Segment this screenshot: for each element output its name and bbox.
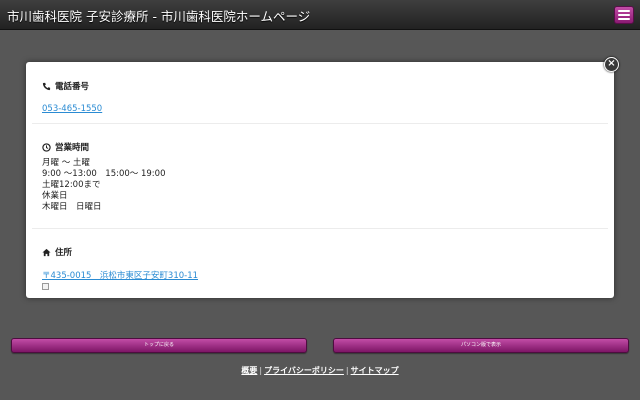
map-image-placeholder [42,283,49,290]
footer-separator: | [259,366,263,375]
hours-section: 営業時間 月曜 〜 土曜 9:00 〜13:00 15:00〜 19:00 土曜… [42,141,608,213]
hours-line: 土曜12:00まで [42,180,101,190]
hours-line: 9:00 〜13:00 15:00〜 19:00 [42,169,166,179]
footer-link-sitemap[interactable]: サイトマップ [351,366,399,375]
close-button[interactable]: × [604,57,619,72]
phone-heading-label: 電話番号 [55,82,90,92]
address-heading: 住所 [42,246,608,258]
footer: 概要 | プライバシーポリシー | サイトマップ [0,365,640,376]
address-link[interactable]: 〒435-0015 浜松市東区子安町310-11 [42,271,198,281]
divider [32,228,608,229]
footer-separator: | [345,366,349,375]
hours-line: 休業日 [42,191,68,201]
info-panel: 電話番号 053-465-1550 営業時間 月曜 〜 土曜 9:00 〜13:… [26,62,614,298]
divider [32,123,608,124]
hamburger-menu-icon-bar [618,18,630,20]
menu-button[interactable] [614,6,634,24]
home-icon [42,248,51,256]
phone-number-link[interactable]: 053-465-1550 [42,104,102,114]
back-to-top-button[interactable]: トップに戻る [11,338,307,353]
footer-link-privacy[interactable]: プライバシーポリシー [264,366,344,375]
header-bar: 市川歯科医院 子安診療所 - 市川歯科医院ホームページ [0,0,640,30]
phone-heading: 電話番号 [42,80,608,92]
hours-line: 月曜 〜 土曜 [42,158,90,168]
hours-heading: 営業時間 [42,141,608,153]
phone-section: 電話番号 053-465-1550 [42,80,608,115]
phone-icon [42,82,51,90]
hamburger-menu-icon [618,10,630,12]
footer-link-overview[interactable]: 概要 [241,366,257,375]
hours-heading-label: 営業時間 [55,143,90,153]
pc-version-button[interactable]: パソコン版で表示 [333,338,629,353]
hamburger-menu-icon-bar [618,14,630,16]
close-icon: × [607,58,616,69]
address-section: 住所 〒435-0015 浜松市東区子安町310-11 [42,246,608,290]
page-title: 市川歯科医院 子安診療所 - 市川歯科医院ホームページ [7,9,311,24]
clock-icon [42,142,51,152]
hours-line: 木曜日 日曜日 [42,202,102,212]
address-heading-label: 住所 [55,248,73,258]
